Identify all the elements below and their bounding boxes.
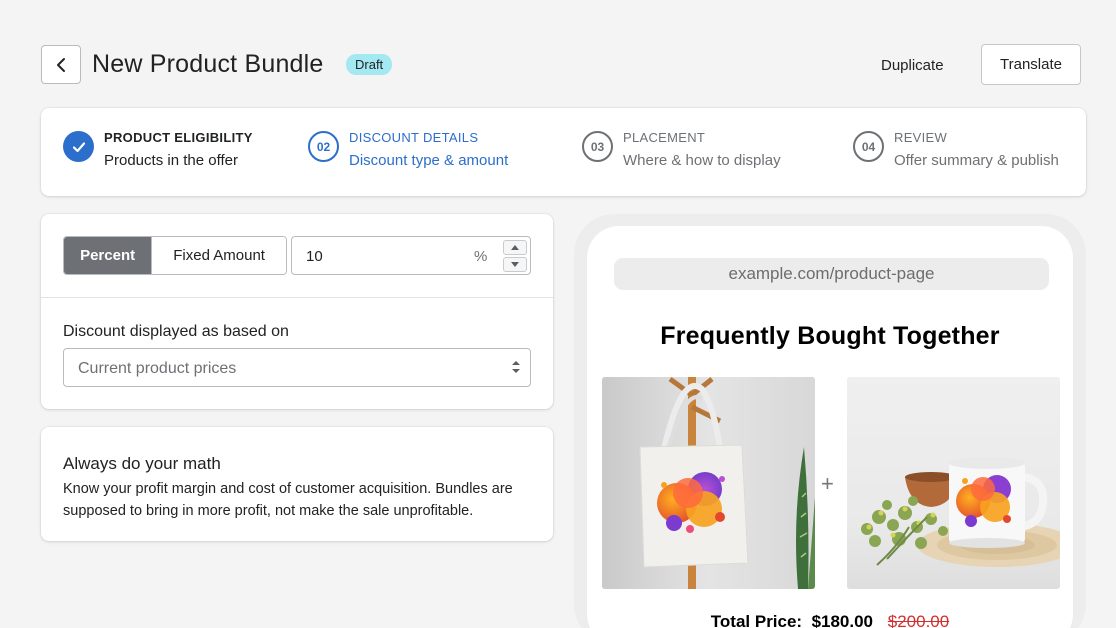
- increment-button[interactable]: [503, 240, 527, 255]
- based-on-select[interactable]: Current product prices: [63, 348, 531, 387]
- caret-up-icon: [511, 245, 519, 250]
- step-subtitle: Products in the offer: [104, 152, 238, 169]
- based-on-label: Discount displayed as based on: [63, 323, 289, 340]
- step-title: PLACEMENT: [623, 130, 706, 145]
- step-title: PRODUCT ELIGIBILITY: [104, 130, 253, 145]
- step-subtitle: Offer summary & publish: [894, 152, 1059, 169]
- bundle-title: Frequently Bought Together: [660, 322, 1000, 350]
- original-price: $200.00: [887, 612, 950, 628]
- caret-down-icon: [511, 262, 519, 267]
- step-product-eligibility[interactable]: PRODUCT ELIGIBILITY Products in the offe…: [63, 130, 253, 169]
- step-discount-details[interactable]: 02 DISCOUNT DETAILS Discount type & amou…: [308, 130, 508, 169]
- phone-preview-screen: example.com/product-page Frequently Boug…: [587, 226, 1073, 628]
- discount-amount-value: 10: [306, 248, 323, 265]
- percent-option[interactable]: Percent: [64, 237, 152, 274]
- fixed-amount-option[interactable]: Fixed Amount: [151, 237, 286, 274]
- mug-image: [847, 377, 1060, 589]
- page-header: New Product Bundle Draft Duplicate Trans…: [41, 44, 1081, 86]
- total-label: Total Price:: [710, 612, 803, 628]
- duplicate-button[interactable]: Duplicate: [881, 57, 944, 74]
- back-button[interactable]: [41, 45, 81, 84]
- step-subtitle: Discount type & amount: [349, 152, 509, 169]
- tip-body: Know your profit margin and cost of cust…: [63, 481, 513, 519]
- total-price: Total Price: $180.00 $200.00: [587, 612, 1073, 628]
- based-on-value: Current product prices: [78, 360, 237, 377]
- preview-url-bar: example.com/product-page: [614, 258, 1049, 290]
- step-title: DISCOUNT DETAILS: [349, 130, 479, 145]
- discount-amount-input[interactable]: 10 %: [291, 236, 531, 275]
- decrement-button[interactable]: [503, 257, 527, 272]
- checkmark-icon: [63, 131, 94, 162]
- step-placement[interactable]: 03 PLACEMENT Where & how to display: [582, 130, 781, 169]
- tip-card: Always do your math Know your profit mar…: [41, 427, 553, 541]
- step-title: REVIEW: [894, 130, 948, 145]
- plus-sign: +: [821, 471, 834, 496]
- step-number: 04: [853, 131, 884, 162]
- step-number: 02: [308, 131, 339, 162]
- select-arrows-icon: [512, 361, 520, 373]
- percent-suffix: %: [474, 248, 488, 265]
- chevron-left-icon: [57, 57, 65, 72]
- discounted-price: $180.00: [811, 612, 874, 628]
- page-title: New Product Bundle: [92, 50, 324, 78]
- progress-stepper: PRODUCT ELIGIBILITY Products in the offe…: [41, 108, 1086, 196]
- tip-title: Always do your math: [63, 454, 221, 473]
- tote-bag-image: [602, 377, 815, 589]
- translate-button[interactable]: Translate: [981, 44, 1081, 85]
- step-review[interactable]: 04 REVIEW Offer summary & publish: [853, 130, 1059, 169]
- discount-card: Percent Fixed Amount 10 % Discount displ…: [41, 214, 553, 409]
- step-number: 03: [582, 131, 613, 162]
- step-subtitle: Where & how to display: [623, 152, 781, 169]
- discount-type-toggle: Percent Fixed Amount: [63, 236, 287, 275]
- divider: [41, 297, 553, 298]
- status-badge: Draft: [346, 54, 393, 75]
